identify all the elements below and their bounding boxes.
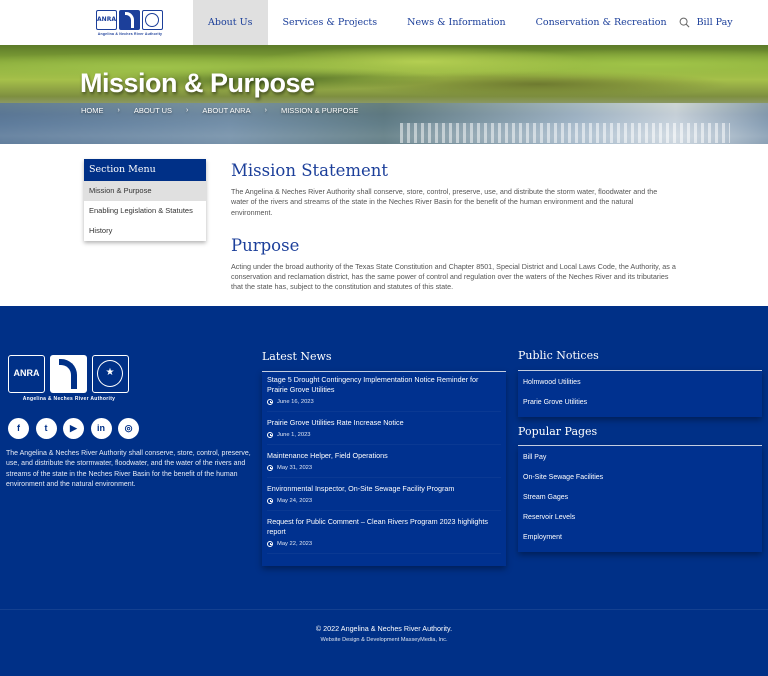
footer-divider xyxy=(0,609,768,610)
breadcrumb-separator-icon: › xyxy=(186,107,189,114)
instagram-icon[interactable]: ◎ xyxy=(118,418,139,439)
purpose-heading: Purpose xyxy=(231,235,300,255)
news-title[interactable]: Request for Public Comment – Clean River… xyxy=(267,517,501,537)
section-menu-history[interactable]: History xyxy=(84,221,206,241)
news-date: June 1, 2023 xyxy=(267,432,501,445)
logo-anra-box: ANRA xyxy=(96,10,117,30)
news-item[interactable]: Environmental Inspector, On-Site Sewage … xyxy=(267,484,501,511)
news-date-text: May 31, 2023 xyxy=(277,465,313,471)
public-notices-list: Holmwood Utilities Prarie Grove Utilitie… xyxy=(518,370,762,417)
breadcrumb-current: Mission & Purpose xyxy=(280,106,359,115)
breadcrumb-about-us[interactable]: About Us xyxy=(134,106,172,115)
logo-seal-icon xyxy=(142,10,163,30)
clock-icon xyxy=(267,432,273,438)
purpose-text: Acting under the broad authority of the … xyxy=(231,261,676,292)
news-date-text: June 16, 2023 xyxy=(277,399,314,405)
popular-reservoir-levels[interactable]: Reservoir Levels xyxy=(518,508,762,528)
latest-news-list: Stage 5 Drought Contingency Implementati… xyxy=(262,371,506,566)
news-date: May 31, 2023 xyxy=(267,465,501,478)
popular-employment[interactable]: Employment xyxy=(518,528,762,548)
breadcrumb: Home › About Us › About ANRA › Mission &… xyxy=(81,106,358,115)
twitter-icon[interactable]: t xyxy=(35,418,57,439)
news-title[interactable]: Environmental Inspector, On-Site Sewage … xyxy=(267,484,501,494)
youtube-icon[interactable]: ▶ xyxy=(63,418,84,439)
footer-logo-anra-box: ANRA xyxy=(8,355,45,393)
clock-icon xyxy=(267,399,273,405)
section-menu-title: Section Menu xyxy=(84,159,206,181)
news-date: May 24, 2023 xyxy=(267,498,501,511)
public-notices-title: Public Notices xyxy=(518,349,599,362)
news-item[interactable]: Maintenance Helper, Field Operations May… xyxy=(267,451,501,478)
news-date: May 22, 2023 xyxy=(267,541,501,554)
popular-stream-gages[interactable]: Stream Gages xyxy=(518,488,762,508)
facebook-icon[interactable]: f xyxy=(8,418,29,439)
main-nav: About Us Services & Projects News & Info… xyxy=(193,0,748,45)
section-menu: Section Menu Mission & Purpose Enabling … xyxy=(84,159,206,241)
mission-heading: Mission Statement xyxy=(231,161,389,180)
news-title[interactable]: Prairie Grove Utilities Rate Increase No… xyxy=(267,418,501,428)
popular-on-site-sewage[interactable]: On-Site Sewage Facilities xyxy=(518,468,762,488)
nav-services-projects[interactable]: Services & Projects xyxy=(268,0,393,45)
search-icon[interactable] xyxy=(679,17,690,28)
clock-icon xyxy=(267,541,273,547)
news-title[interactable]: Stage 5 Drought Contingency Implementati… xyxy=(267,375,501,395)
logo-tagline: Angelina & Neches River Authority xyxy=(97,32,163,36)
notice-prarie-grove-utilities[interactable]: Prarie Grove Utilities xyxy=(518,393,762,413)
notice-holmwood-utilities[interactable]: Holmwood Utilities xyxy=(518,373,762,393)
nav-conservation-recreation[interactable]: Conservation & Recreation xyxy=(521,0,682,45)
breadcrumb-home[interactable]: Home xyxy=(81,106,104,115)
news-date-text: May 24, 2023 xyxy=(277,498,313,504)
main-content: Mission Statement The Angelina & Neches … xyxy=(231,160,676,293)
news-item[interactable]: Stage 5 Drought Contingency Implementati… xyxy=(267,375,501,412)
section-menu-mission-purpose[interactable]: Mission & Purpose xyxy=(84,181,206,201)
nav-bill-pay[interactable]: Bill Pay xyxy=(682,0,748,45)
credit-link[interactable]: Website Design & Development MasseyMedia… xyxy=(0,637,768,643)
breadcrumb-separator-icon: › xyxy=(117,107,120,114)
footer-logo-river-icon xyxy=(50,355,87,393)
popular-pages-title: Popular Pages xyxy=(518,425,598,438)
nav-news-information[interactable]: News & Information xyxy=(392,0,520,45)
footer-logo-tagline: Angelina & Neches River Authority xyxy=(22,396,116,402)
popular-pages-list: Bill Pay On-Site Sewage Facilities Strea… xyxy=(518,445,762,552)
news-date: June 16, 2023 xyxy=(267,399,501,412)
anra-logo[interactable]: ANRA Angelina & Neches River Authority xyxy=(96,10,164,38)
popular-bill-pay[interactable]: Bill Pay xyxy=(518,448,762,468)
clock-icon xyxy=(267,498,273,504)
news-item[interactable]: Request for Public Comment – Clean River… xyxy=(267,517,501,554)
copyright-text: © 2022 Angelina & Neches River Authority… xyxy=(315,624,453,633)
hero-waterfall-image xyxy=(400,123,730,143)
news-title[interactable]: Maintenance Helper, Field Operations xyxy=(267,451,501,461)
section-menu-enabling-legislation[interactable]: Enabling Legislation & Statutes xyxy=(84,201,206,221)
breadcrumb-about-anra[interactable]: About ANRA xyxy=(202,106,250,115)
news-date-text: June 1, 2023 xyxy=(277,432,311,438)
breadcrumb-separator-icon: › xyxy=(264,107,267,114)
site-header: ANRA Angelina & Neches River Authority A… xyxy=(0,0,768,45)
page-title: Mission & Purpose xyxy=(80,68,315,98)
site-footer: ANRA ★ Angelina & Neches River Authority… xyxy=(0,306,768,676)
mission-text: The Angelina & Neches River Authority sh… xyxy=(231,187,658,217)
social-links: f t ▶ in ◎ xyxy=(8,418,146,439)
news-item[interactable]: Prairie Grove Utilities Rate Increase No… xyxy=(267,418,501,445)
clock-icon xyxy=(267,465,273,471)
latest-news-title: Latest News xyxy=(262,350,332,363)
footer-about-text: The Angelina & Neches River Authority sh… xyxy=(6,450,251,488)
news-date-text: May 22, 2023 xyxy=(277,541,313,547)
logo-river-icon xyxy=(119,10,140,30)
nav-about-us[interactable]: About Us xyxy=(193,0,268,45)
footer-logo[interactable]: ANRA ★ Angelina & Neches River Authority xyxy=(8,355,130,405)
linkedin-icon[interactable]: in xyxy=(90,418,112,439)
footer-logo-seal-icon: ★ xyxy=(92,355,129,393)
